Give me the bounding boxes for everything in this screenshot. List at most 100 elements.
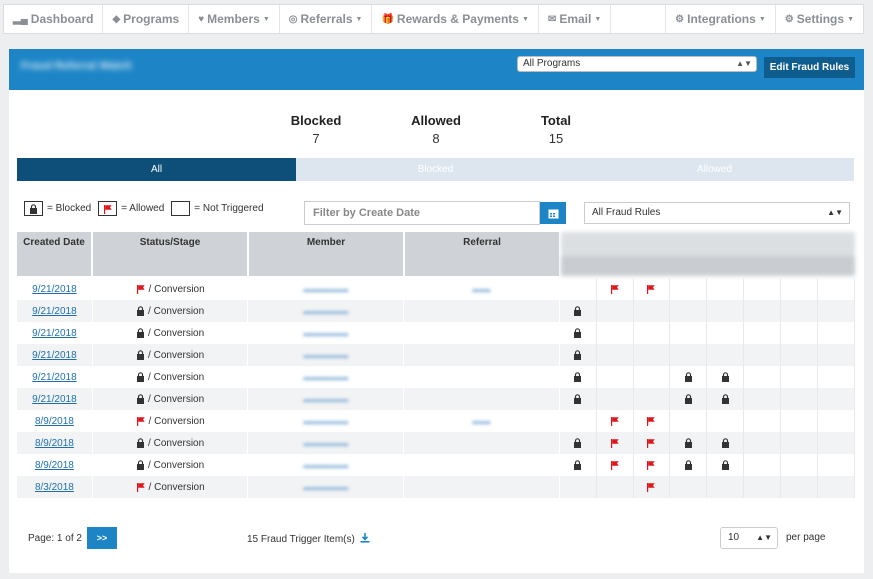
member-link[interactable]: ▬▬▬▬▬ [303,306,348,316]
rule-trigger-cell [560,454,597,476]
created-date-link[interactable]: 9/21/2018 [32,350,77,361]
lock-icon [573,438,582,448]
nav-rewards-label: Rewards & Payments [396,12,519,26]
rule-trigger-cell [670,432,708,454]
program-select-value: All Programs [523,58,581,69]
calendar-button[interactable] [540,202,566,224]
lock-icon [684,372,693,382]
member-link[interactable]: ▬▬▬▬▬ [303,284,348,294]
created-date-link[interactable]: 9/21/2018 [32,394,77,405]
rule-trigger-cell [634,344,671,366]
rule-trigger-cell [707,476,745,498]
member-link[interactable]: ▬▬▬▬▬ [303,350,348,360]
nav-spacer [611,5,667,33]
rule-trigger-cell [707,454,745,476]
per-page-label: per page [786,532,826,543]
col-referral[interactable]: Referral [405,232,559,276]
download-icon[interactable] [360,533,370,543]
created-date-link[interactable]: 9/21/2018 [32,372,77,383]
created-date-cell: 9/21/2018 [17,278,93,300]
nav-members[interactable]: ♥ Members ▼ [189,5,280,33]
rule-trigger-cell [597,454,634,476]
date-filter-input[interactable]: Filter by Create Date [304,201,540,225]
nav-dashboard[interactable]: ▂▄ Dashboard [4,5,104,33]
nav-rewards[interactable]: 🎁 Rewards & Payments ▼ [372,5,539,33]
member-link[interactable]: ▬▬▬▬▬ [303,394,348,404]
lock-icon [721,438,730,448]
col-created-date[interactable]: Created Date [17,232,91,276]
nav-integrations[interactable]: ⚙ Integrations ▼ [666,5,776,33]
rule-trigger-cell [560,388,597,410]
heart-icon: ♥ [198,13,205,25]
rule-trigger-cell [707,410,745,432]
created-date-link[interactable]: 9/21/2018 [32,306,77,317]
chevron-down-icon: ▼ [758,15,766,23]
lock-icon [136,372,145,382]
rule-trigger-cell [744,344,782,366]
tab-allowed[interactable]: Allowed [575,158,854,181]
nav-settings[interactable]: ⚙ Settings ▼ [776,5,863,33]
created-date-link[interactable]: 9/21/2018 [32,328,77,339]
next-page-button[interactable]: >> [87,527,117,549]
rule-trigger-cell [634,278,671,300]
member-link[interactable]: ▬▬▬▬▬ [303,482,348,492]
nav-members-label: Members [207,12,260,26]
created-date-link[interactable]: 8/9/2018 [35,460,74,471]
legend-blocked: = Blocked [47,203,92,214]
panel-header: Fraud Referral Watch All Programs ▲▼ Edi… [9,49,864,90]
nav-email[interactable]: ✉ Email ▼ [539,5,612,33]
flag-icon [610,416,620,426]
nav-programs-label: Programs [123,12,180,26]
referral-link[interactable]: ▬▬ [472,416,490,426]
fraud-rules-select[interactable]: All Fraud Rules ▲▼ [584,202,850,224]
member-cell: ▬▬▬▬▬ [248,410,405,432]
rule-trigger-cell [597,366,634,388]
chevron-down-icon: ▼ [594,15,602,23]
member-cell: ▬▬▬▬▬ [248,476,405,498]
created-date-link[interactable]: 8/9/2018 [35,416,74,427]
created-date-link[interactable]: 9/21/2018 [32,284,77,295]
per-page-select[interactable]: 10 ▲▼ [720,527,778,549]
rule-trigger-cell [818,366,855,388]
table-row: 9/21/2018 / Conversion ▬▬▬▬▬ [17,300,855,322]
stat-allowed: Allowed 8 [396,113,476,146]
created-date-link[interactable]: 8/3/2018 [35,482,74,493]
member-link[interactable]: ▬▬▬▬▬ [303,460,348,470]
referral-cell [404,388,560,410]
table-row: 9/21/2018 / Conversion ▬▬▬▬▬ [17,388,855,410]
member-link[interactable]: ▬▬▬▬▬ [303,416,348,426]
rule-trigger-cell [781,300,819,322]
col-status-stage[interactable]: Status/Stage [93,232,247,276]
nav-programs[interactable]: ◆ Programs [103,5,190,33]
rule-trigger-cell [744,432,782,454]
program-select[interactable]: All Programs ▲▼ [517,56,757,72]
referral-cell [404,454,560,476]
stat-blocked: Blocked 7 [276,113,356,146]
rule-trigger-cell [560,410,597,432]
rule-trigger-cell [781,454,819,476]
member-link[interactable]: ▬▬▬▬▬ [303,438,348,448]
member-link[interactable]: ▬▬▬▬▬ [303,372,348,382]
stage-label: / Conversion [148,393,205,405]
rule-trigger-cell [634,366,671,388]
tab-all[interactable]: All [17,158,296,181]
rule-trigger-cell [597,278,634,300]
edit-fraud-rules-button[interactable]: Edit Fraud Rules [764,57,855,78]
lock-icon [721,372,730,382]
select-arrows-icon: ▲▼ [827,208,843,217]
rule-trigger-cell [818,300,855,322]
col-member[interactable]: Member [249,232,403,276]
lock-icon [573,306,582,316]
rule-trigger-cell [707,344,745,366]
nav-referrals[interactable]: ◎ Referrals ▼ [280,5,373,33]
fraud-panel: Fraud Referral Watch All Programs ▲▼ Edi… [9,49,864,573]
flag-icon [136,416,146,426]
referral-link[interactable]: ▬▬ [472,284,490,294]
lock-icon [573,350,582,360]
member-link[interactable]: ▬▬▬▬▬ [303,328,348,338]
rule-trigger-cell [744,300,782,322]
tab-blocked[interactable]: Blocked [296,158,575,181]
member-cell: ▬▬▬▬▬ [248,322,405,344]
flag-icon [610,460,620,470]
created-date-link[interactable]: 8/9/2018 [35,438,74,449]
